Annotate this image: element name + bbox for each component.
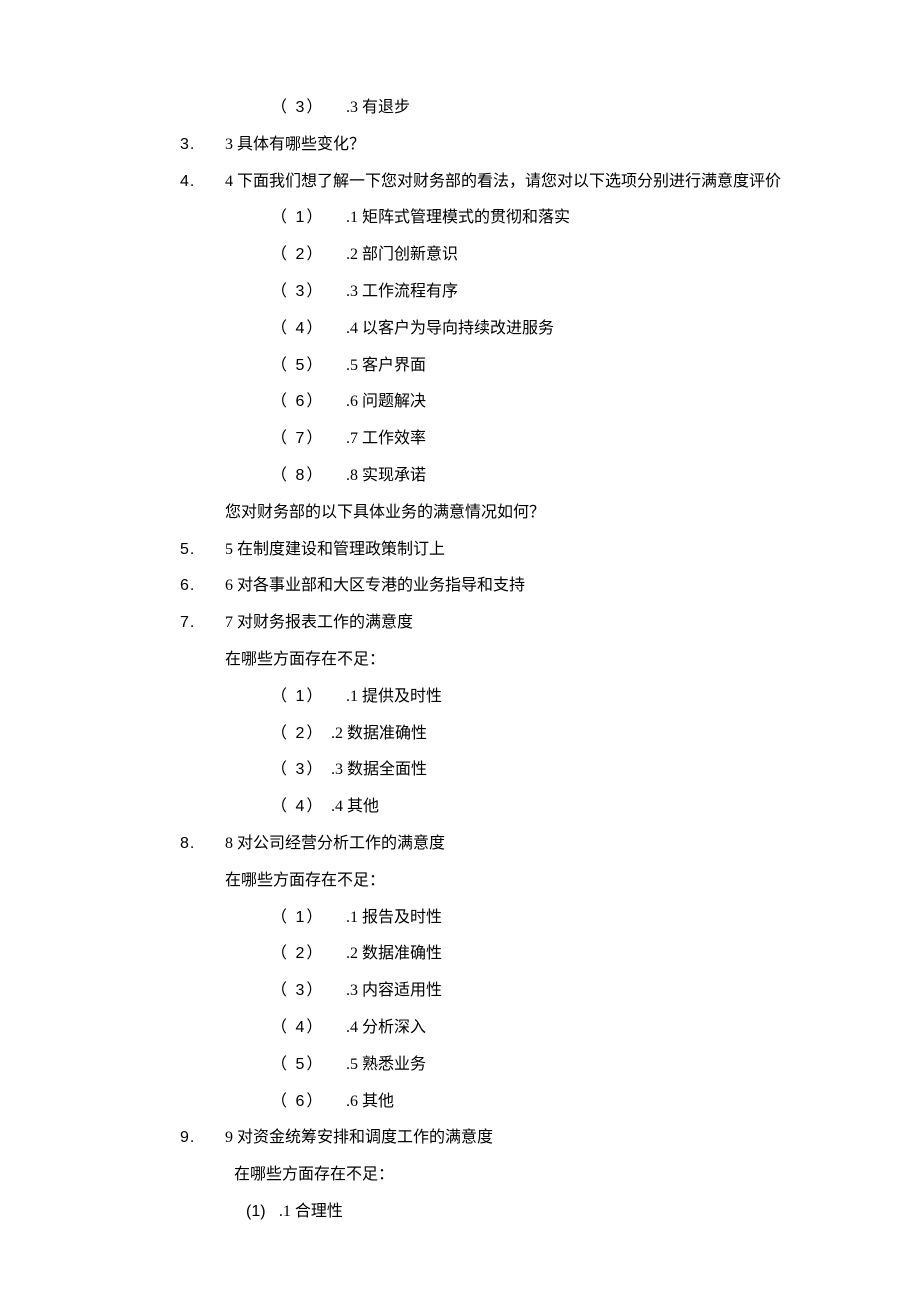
sub-text: .1 报告及时性 [346,900,820,937]
list-item: （ 3）.3 数据全面性 [225,752,820,789]
list-item: （ 4）.4 分析深入 [225,1010,820,1047]
list-item: （ 3）.3 工作流程有序 [225,274,820,311]
sub-text: .3 内容适用性 [346,973,820,1010]
sub-text: .3 工作流程有序 [346,274,820,311]
question-footer: 您对财务部的以下具体业务的满意情况如何？ [225,495,820,532]
question-9-prompt: 在哪些方面存在不足： [100,1157,820,1194]
sub-text: .3 有退步 [346,90,820,127]
list-item: （ 2）.2 数据准确性 [225,716,820,753]
sub-number: （ 4） [271,311,346,348]
question-text: 5 在制度建设和管理政策制订上 [225,532,820,569]
sub-text: .8 实现承诺 [346,458,820,495]
question-text: 9 对资金统筹安排和调度工作的满意度 [225,1120,820,1157]
list-item: （ 8）.8 实现承诺 [225,458,820,495]
list-item: （ 5）.5 熟悉业务 [225,1047,820,1084]
sub-number: （ 2） [271,936,346,973]
question-prompt: 在哪些方面存在不足： [225,642,820,679]
question-number: 8. [180,826,225,1120]
sub-number: （ 1） [271,200,346,237]
sub-number: （ 5） [271,1047,346,1084]
list-item: （ 2）.2 数据准确性 [225,936,820,973]
sub-number: （ 5） [271,348,346,385]
sub-number: （ 3） [271,274,346,311]
list-item: （ 4）.4 其他 [225,789,820,826]
question-6: 6. 6 对各事业部和大区专港的业务指导和支持 [100,568,820,605]
sub-number: （ 3） [271,752,331,789]
sub-number: （ 4） [271,1010,346,1047]
sub-number: （ 3） [271,973,346,1010]
list-item: （ 2）.2 部门创新意识 [225,237,820,274]
list-item: (1) .1 合理性 [100,1194,820,1231]
sub-text: .5 熟悉业务 [346,1047,820,1084]
question-2-remainder: （ 3） .3 有退步 [100,90,820,127]
question-7: 7. 7 对财务报表工作的满意度 在哪些方面存在不足： （ 1）.1 提供及时性… [100,605,820,826]
sub-text: .5 客户界面 [346,348,820,385]
sub-text: .6 其他 [346,1084,820,1121]
question-text: 4 下面我们想了解一下您对财务部的看法，请您对以下选项分别进行满意度评价 [225,164,820,201]
question-number: 5. [180,532,225,569]
question-9: 9. 9 对资金统筹安排和调度工作的满意度 [100,1120,820,1157]
sub-text: .2 数据准确性 [346,936,820,973]
list-item: （ 1）.1 报告及时性 [225,900,820,937]
question-number: 7. [180,605,225,826]
question-4: 4. 4 下面我们想了解一下您对财务部的看法，请您对以下选项分别进行满意度评价 … [100,164,820,532]
sub-number: （ 8） [271,458,346,495]
sub-text: .4 其他 [331,789,820,826]
question-5: 5. 5 在制度建设和管理政策制订上 [100,532,820,569]
list-item: （ 1）.1 矩阵式管理模式的贯彻和落实 [225,200,820,237]
list-item: （ 7）.7 工作效率 [225,421,820,458]
sub-text: .4 分析深入 [346,1010,820,1047]
list-item: （ 3）.3 内容适用性 [225,973,820,1010]
list-item: （ 6）.6 其他 [225,1084,820,1121]
sub-number: （ 1） [271,679,346,716]
list-item: （ 3） .3 有退步 [225,90,820,127]
sub-text: .7 工作效率 [346,421,820,458]
sub-number: （ 2） [271,716,331,753]
sub-number: （ 7） [271,421,346,458]
question-8: 8. 8 对公司经营分析工作的满意度 在哪些方面存在不足： （ 1）.1 报告及… [100,826,820,1120]
question-number: 3. [180,127,225,164]
sub-number: （ 1） [271,900,346,937]
question-3: 3. 3 具体有哪些变化？ [100,127,820,164]
sub-text: .2 部门创新意识 [346,237,820,274]
sub-text: .1 提供及时性 [346,679,820,716]
question-text: 3 具体有哪些变化？ [225,127,820,164]
sub-number: （ 6） [271,1084,346,1121]
list-item: （ 4）.4 以客户为导向持续改进服务 [225,311,820,348]
sub-number: (1) [246,1203,266,1220]
sub-number: （ 6） [271,384,346,421]
question-prompt: 在哪些方面存在不足： [225,863,820,900]
question-number: 4. [180,164,225,532]
sub-number: （ 4） [271,789,331,826]
question-number: 9. [180,1120,225,1157]
question-text: 8 对公司经营分析工作的满意度 [225,826,820,863]
question-number: 6. [180,568,225,605]
sub-text: .1 矩阵式管理模式的贯彻和落实 [346,200,820,237]
sub-text: .2 数据准确性 [331,716,820,753]
question-text: 6 对各事业部和大区专港的业务指导和支持 [225,568,820,605]
sub-text: .6 问题解决 [346,384,820,421]
sub-number: （ 3） [271,90,346,127]
list-item: （ 6）.6 问题解决 [225,384,820,421]
sub-number: （ 2） [271,237,346,274]
list-item: （ 1）.1 提供及时性 [225,679,820,716]
sub-text: .1 合理性 [279,1203,343,1220]
sub-text: .4 以客户为导向持续改进服务 [346,311,820,348]
list-item: （ 5）.5 客户界面 [225,348,820,385]
question-text: 7 对财务报表工作的满意度 [225,605,820,642]
sub-text: .3 数据全面性 [331,752,820,789]
